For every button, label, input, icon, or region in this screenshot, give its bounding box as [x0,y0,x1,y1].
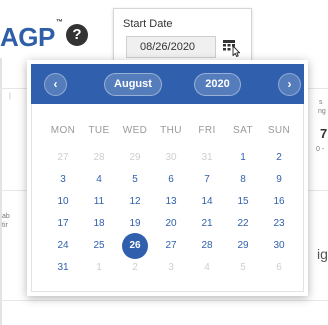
calendar-day[interactable]: 14 [194,192,220,212]
calendar-day[interactable]: 28 [194,236,220,256]
start-date-input[interactable]: 08/26/2020 [126,36,216,58]
brand-logo: AGP™ [0,19,63,52]
weekday-header: MON [50,125,76,136]
calendar-day[interactable]: 7 [194,170,220,190]
adjacent-month-day[interactable]: 30 [158,148,184,168]
calendar-day[interactable]: 13 [158,192,184,212]
background-text-fragment: 0 - [316,146,325,153]
calendar-day[interactable]: 17 [50,214,76,234]
calendar-grid: MON TUE WED THU FRI SAT SUN 27 28 29 30 31 1 2 3 4 5 6 7 8 9… [31,104,304,292]
next-month-button[interactable]: › [278,73,301,96]
divider [308,88,328,89]
background-text-fragment: ab [2,213,10,220]
calendar-day[interactable]: 6 [158,170,184,190]
calendar-day[interactable]: 3 [50,170,76,190]
calendar-icon[interactable] [222,37,242,57]
calendar-day[interactable]: 4 [86,170,112,190]
adjacent-month-day[interactable]: 4 [194,258,220,278]
adjacent-month-day[interactable]: 31 [194,148,220,168]
content-frame-edge [0,58,2,325]
adjacent-month-day[interactable]: 2 [122,258,148,278]
calendar-day[interactable]: 19 [122,214,148,234]
calendar-day[interactable]: 2 [266,148,292,168]
month-select[interactable]: August [104,73,162,96]
weekday-header: TUE [88,125,110,136]
background-text-fragment: tir [2,222,8,229]
background-text-fragment: s [319,99,323,106]
divider [0,300,328,301]
adjacent-month-day[interactable]: 27 [50,148,76,168]
background-text-fragment: ng [318,108,326,115]
calendar-day[interactable]: 27 [158,236,184,256]
weekday-header: THU [160,125,182,136]
calendar-day[interactable]: 12 [122,192,148,212]
calendar-day[interactable]: 22 [230,214,256,234]
start-date-label: Start Date [123,18,173,30]
calendar-day[interactable]: 25 [86,236,112,256]
calendar-header: ‹ August 2020 › [31,64,304,104]
prev-month-button[interactable]: ‹ [44,73,67,96]
background-value-fragment: 7 [320,126,328,141]
calendar-day[interactable]: 29 [230,236,256,256]
selected-day[interactable]: 26 [122,233,148,259]
divider [0,88,27,89]
calendar-day[interactable]: 11 [86,192,112,212]
adjacent-month-day[interactable]: 1 [86,258,112,278]
calendar-day[interactable]: 31 [50,258,76,278]
weekday-header: SUN [267,125,291,136]
calendar-day[interactable]: 21 [194,214,220,234]
calendar-day[interactable]: 16 [266,192,292,212]
calendar-day[interactable]: 8 [230,170,256,190]
calendar-day[interactable]: 23 [266,214,292,234]
year-select[interactable]: 2020 [194,73,241,96]
weekday-header: FRI [198,125,216,136]
adjacent-month-day[interactable]: 3 [158,258,184,278]
divider [308,190,328,191]
background-text-fragment: ig [317,246,328,262]
help-icon[interactable]: ? [66,24,88,46]
date-picker-popup: ‹ August 2020 › MON TUE WED THU FRI SAT SUN 27 2… [27,60,308,296]
adjacent-month-day[interactable]: 28 [86,148,112,168]
calendar-day[interactable]: 24 [50,236,76,256]
adjacent-month-day[interactable]: 29 [122,148,148,168]
background-text-fragment: | [9,93,11,100]
calendar-day[interactable]: 15 [230,192,256,212]
calendar-day[interactable]: 9 [266,170,292,190]
weekday-header: WED [122,125,148,136]
divider [0,190,27,191]
calendar-day[interactable]: 20 [158,214,184,234]
calendar-day[interactable]: 5 [122,170,148,190]
calendar-day[interactable]: 30 [266,236,292,256]
weekday-header: SAT [233,125,253,136]
calendar-day[interactable]: 10 [50,192,76,212]
adjacent-month-day[interactable]: 5 [230,258,256,278]
calendar-day[interactable]: 1 [230,148,256,168]
adjacent-month-day[interactable]: 6 [266,258,292,278]
calendar-day[interactable]: 18 [86,214,112,234]
